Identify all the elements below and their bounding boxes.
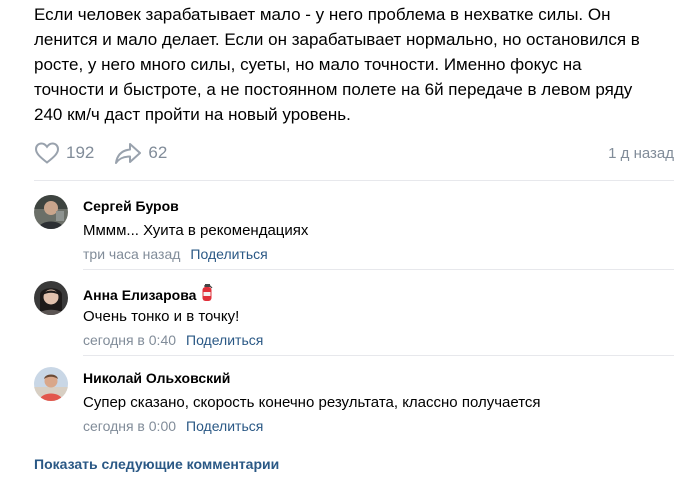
comment-text: Мммм... Хуита в рекомендациях — [83, 222, 309, 239]
likes-count: 192 — [66, 143, 95, 162]
comment-time[interactable]: три часа назад — [83, 246, 180, 262]
share-link[interactable]: Поделиться — [186, 418, 263, 434]
shares-count: 62 — [148, 143, 168, 162]
comment-meta: три часа назад Поделиться — [83, 246, 268, 262]
comment-time[interactable]: сегодня в 0:40 — [83, 332, 176, 348]
avatar[interactable] — [34, 367, 68, 401]
divider — [34, 180, 674, 181]
comment-author[interactable]: Николай Ольховский — [83, 370, 230, 386]
divider — [83, 355, 674, 356]
share-arrow-icon — [114, 141, 142, 165]
divider — [83, 269, 674, 270]
show-more-comments-link[interactable]: Показать следующие комментарии — [34, 456, 279, 472]
share-button[interactable]: 62 — [114, 141, 167, 165]
comment-meta: сегодня в 0:00 Поделиться — [83, 418, 263, 434]
like-button[interactable]: 192 — [34, 141, 94, 165]
comment-meta: сегодня в 0:40 Поделиться — [83, 332, 263, 348]
comment-author[interactable]: Сергей Буров — [83, 198, 179, 214]
heart-icon — [34, 141, 60, 165]
comment-author[interactable]: Анна Елизарова — [83, 284, 213, 305]
post-actions: 192 62 1 д назад — [34, 138, 674, 168]
post-text: Если человек зарабатывает мало - у него … — [34, 5, 640, 124]
avatar[interactable] — [34, 281, 68, 315]
fire-extinguisher-icon — [201, 284, 213, 305]
comment-item: Сергей Буров Мммм... Хуита в рекомендаци… — [34, 195, 674, 275]
comment-text: Супер сказано, скорость конечно результа… — [83, 394, 541, 411]
share-link[interactable]: Поделиться — [186, 332, 263, 348]
avatar[interactable] — [34, 195, 68, 229]
comment-item: Анна Елизарова Очень тонко и в точку! се… — [34, 281, 674, 361]
post-time[interactable]: 1 д назад — [608, 145, 674, 162]
comment-time[interactable]: сегодня в 0:00 — [83, 418, 176, 434]
share-link[interactable]: Поделиться — [190, 246, 267, 262]
comment-item: Николай Ольховский Супер сказано, скорос… — [34, 367, 674, 447]
comment-text: Очень тонко и в точку! — [83, 308, 240, 325]
